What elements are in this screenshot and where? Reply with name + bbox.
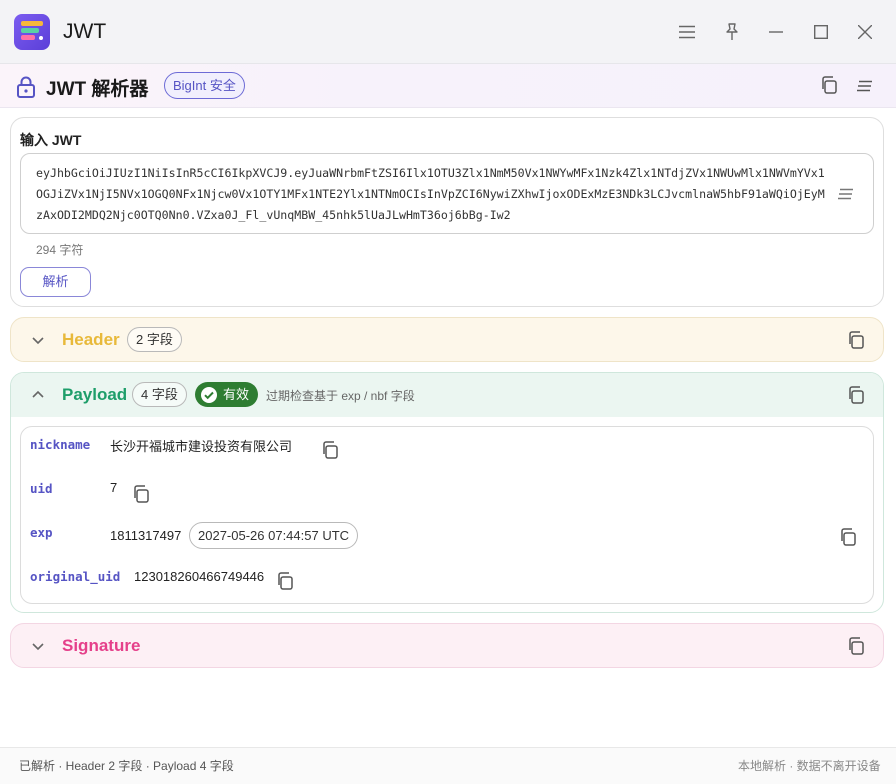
chevron-down-icon[interactable] (31, 639, 45, 658)
check-circle-icon (201, 386, 217, 403)
bigint-safe-badge: BigInt 安全 (164, 72, 245, 99)
copy-uid-icon[interactable] (131, 484, 151, 509)
window-title: JWT (63, 20, 107, 43)
header-title: Header (62, 330, 120, 349)
copy-nickname-icon[interactable] (320, 440, 340, 465)
payload-field-count: 4 字段 (132, 382, 187, 407)
exp-date-badge: 2027-05-26 07:44:57 UTC (189, 522, 359, 549)
maximize-icon[interactable] (807, 18, 835, 46)
input-label: 输入 JWT (20, 132, 82, 148)
header-field-count: 2 字段 (127, 327, 182, 352)
jwt-input-text[interactable]: eyJhbGciOiJIUzI1NiIsInR5cCI6IkpXVCJ9.eyJ… (36, 163, 826, 226)
status-summary: 已解析 · Header 2 字段 · Payload 4 字段 (19, 759, 234, 773)
lock-icon (16, 76, 36, 103)
chevron-down-icon[interactable] (31, 333, 45, 352)
copy-original-uid-icon[interactable] (275, 571, 295, 596)
copy-payload-icon[interactable] (846, 385, 866, 410)
signature-title: Signature (62, 636, 141, 655)
app-logo-icon (14, 14, 50, 50)
field-key-uid: uid (30, 481, 53, 496)
char-count: 294 字符 (36, 243, 84, 257)
menu-icon[interactable] (673, 18, 701, 46)
field-value-uid: 7 (110, 480, 118, 495)
textarea-format-icon[interactable] (838, 187, 854, 205)
parse-button[interactable]: 解析 (20, 267, 91, 297)
copy-signature-icon[interactable] (846, 636, 866, 661)
valid-label: 有效 (223, 387, 250, 402)
payload-title: Payload (62, 385, 128, 404)
minimize-icon[interactable] (762, 18, 790, 46)
field-key-nickname: nickname (30, 437, 91, 452)
expiry-note: 过期检查基于 exp / nbf 字段 (266, 389, 415, 403)
close-icon[interactable] (851, 18, 879, 46)
signature-section[interactable] (10, 623, 884, 668)
format-icon[interactable] (857, 79, 873, 97)
valid-badge: 有效 (195, 382, 259, 407)
copy-all-icon[interactable] (819, 75, 839, 100)
field-value-original-uid: 123018260466749446 (134, 569, 265, 584)
copy-header-icon[interactable] (846, 330, 866, 355)
tool-title: JWT 解析器 (46, 79, 149, 100)
field-value-exp: 1811317497 (110, 528, 182, 543)
status-privacy: 本地解析 · 数据不离开设备 (738, 759, 881, 773)
copy-exp-icon[interactable] (838, 527, 858, 552)
pin-icon[interactable] (718, 18, 746, 46)
field-key-original-uid: original_uid (30, 569, 121, 584)
field-value-nickname: 长沙开福城市建设投资有限公司 (110, 439, 293, 454)
chevron-up-icon[interactable] (31, 388, 45, 407)
field-key-exp: exp (30, 525, 53, 540)
